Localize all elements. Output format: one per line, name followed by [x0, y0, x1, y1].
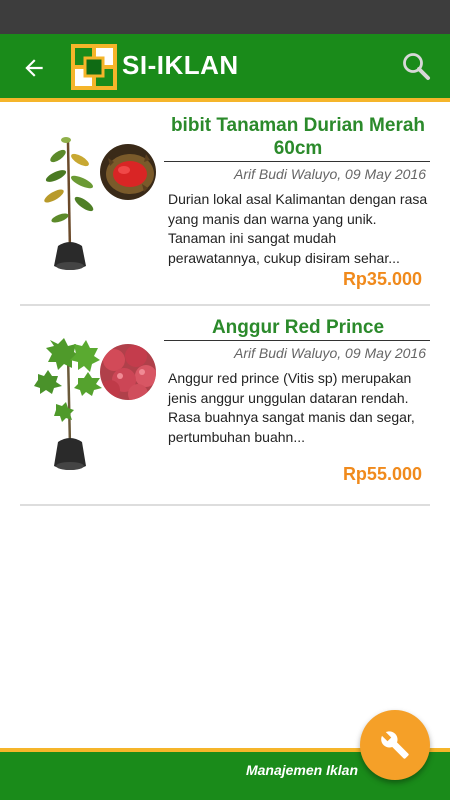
manage-ads-fab-button[interactable]: [360, 710, 430, 780]
search-button[interactable]: [396, 46, 436, 86]
back-button[interactable]: [14, 48, 54, 88]
list-item[interactable]: Anggur Red Prince Arif Budi Waluyo, 09 M…: [20, 306, 430, 506]
listing-author-date: Arif Budi Waluyo, 09 May 2016: [234, 345, 426, 361]
listing-title: Anggur Red Prince: [211, 317, 385, 338]
arrow-left-icon: [25, 59, 43, 77]
listing-thumbnail: [20, 334, 160, 479]
manage-ads-label[interactable]: Manajemen Iklan: [246, 762, 358, 778]
durian-fruit-image: [100, 144, 156, 200]
listing-price: Rp55.000: [342, 464, 422, 484]
listing-price: Rp35.000: [342, 269, 422, 289]
app-title: SI-IKLAN: [122, 50, 239, 80]
listing-list: bibit Tanaman Durian Merah 60cm Arif Bud…: [20, 106, 430, 506]
app-bar: SI-IKLAN: [0, 34, 450, 102]
listing-description: Durian lokal asal Kalimantan dengan rasa…: [168, 191, 428, 266]
status-bar: [0, 0, 450, 34]
title-divider: [164, 161, 430, 162]
listing-title: bibit Tanaman Durian Merah 60cm: [170, 115, 426, 159]
title-divider: [164, 340, 430, 341]
si-iklan-logo: [71, 44, 117, 90]
durian-seedling-image: [44, 137, 94, 270]
lychee-fruit-image: [100, 344, 156, 400]
wrench-icon: [381, 731, 409, 759]
list-item[interactable]: bibit Tanaman Durian Merah 60cm Arif Bud…: [20, 106, 430, 306]
listing-description: Anggur red prince (Vitis sp) merupakan j…: [168, 370, 415, 445]
search-icon: [403, 53, 430, 80]
grape-seedling-image: [34, 338, 102, 470]
listing-author-date: Arif Budi Waluyo, 09 May 2016: [234, 166, 426, 182]
listing-thumbnail: [20, 134, 160, 279]
